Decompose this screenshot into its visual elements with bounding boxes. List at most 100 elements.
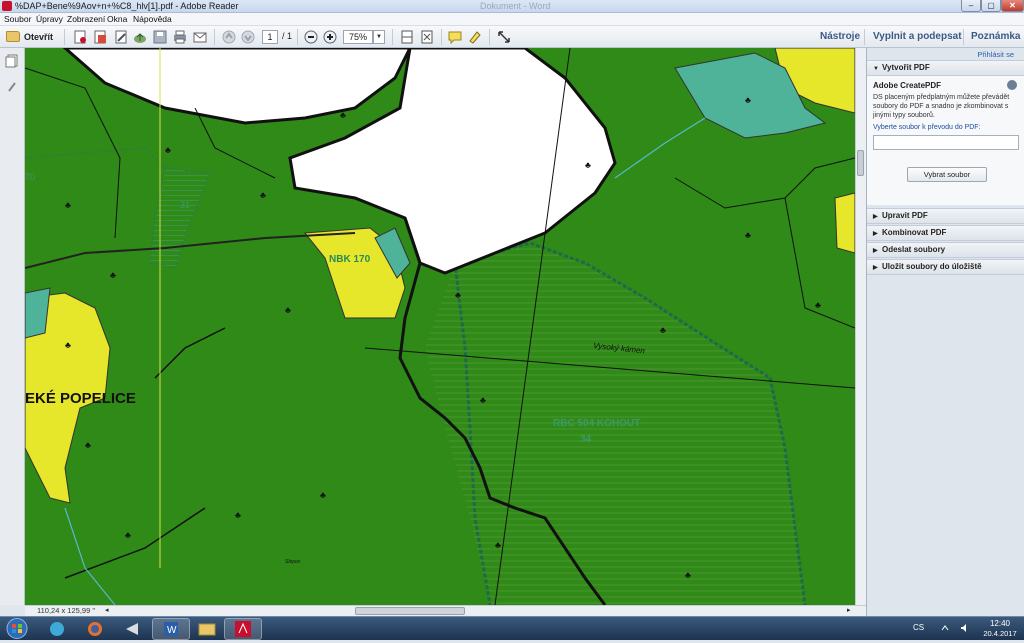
pages-icon[interactable] (5, 54, 19, 68)
zoom-out-icon[interactable] (303, 29, 319, 45)
vertical-scroll-thumb[interactable] (857, 150, 864, 176)
svg-text:W: W (167, 625, 177, 636)
page-down-icon[interactable] (240, 29, 256, 45)
help-icon[interactable] (1007, 80, 1017, 90)
create-pdf-description: DS placeným předplatným můžete převádět … (873, 94, 1010, 119)
menu-window[interactable]: Okna (107, 13, 127, 26)
panel-section-combine-pdf[interactable]: ▶ Kombinovat PDF (867, 225, 1024, 241)
taskbar-app-media[interactable] (114, 618, 152, 640)
page-total: / 1 (282, 31, 293, 41)
fill-sign-tab[interactable]: Vyplnit a podepsat (873, 29, 962, 45)
toolbar-separator (441, 29, 442, 45)
ghost-window-title: Dokument - Word (480, 1, 551, 11)
label-small: Slepov (285, 559, 301, 565)
zoom-level-select[interactable]: 75% (343, 30, 373, 44)
scroll-right-icon[interactable]: ▸ (847, 606, 851, 614)
select-file-label: Vyberte soubor k převodu do PDF: (873, 124, 981, 131)
email-icon[interactable] (192, 29, 208, 45)
page-up-icon[interactable] (221, 29, 237, 45)
label-70: 70 (25, 172, 35, 182)
open-button[interactable]: Otevřít (24, 30, 53, 44)
svg-text:♣: ♣ (125, 530, 131, 540)
clock-time[interactable]: 12:40 (980, 619, 1020, 628)
toolbar-separator (64, 29, 65, 45)
pdf-map-view[interactable]: NBK 170 EKÉ POPELICE Vysoký kámen RBC 50… (25, 48, 855, 605)
collapsed-arrow-icon: ▶ (873, 248, 878, 254)
svg-text:♣: ♣ (745, 230, 751, 240)
media-player-icon (126, 623, 138, 635)
label-rbc: RBC 504 KOHOUT (553, 418, 640, 429)
create-pdf-title: Adobe CreatePDF (873, 81, 942, 90)
save-icon[interactable] (152, 29, 168, 45)
adobe-reader-icon (235, 621, 251, 637)
map-canvas: NBK 170 EKÉ POPELICE Vysoký kámen RBC 50… (25, 48, 855, 605)
taskbar-app-network[interactable] (38, 618, 76, 640)
toolbar-separator (297, 29, 298, 45)
svg-text:♣: ♣ (455, 290, 461, 300)
scroll-left-icon[interactable]: ◂ (105, 606, 109, 614)
file-path-input[interactable] (873, 135, 1019, 150)
volume-icon[interactable] (960, 623, 970, 633)
panel-section-edit-pdf[interactable]: ▶ Upravit PDF (867, 208, 1024, 224)
svg-text:♣: ♣ (320, 490, 326, 500)
toolbar-separator (963, 29, 964, 45)
svg-text:♣: ♣ (110, 270, 116, 280)
taskbar-app-word[interactable]: W (152, 618, 190, 640)
svg-text:♣: ♣ (260, 190, 266, 200)
vertical-scrollbar[interactable] (855, 48, 866, 605)
taskbar-app-firefox[interactable] (76, 618, 114, 640)
page-number-input[interactable]: 1 (262, 30, 278, 44)
language-indicator[interactable]: CS (913, 623, 924, 632)
comment-tab[interactable]: Poznámka (971, 29, 1020, 45)
collapsed-arrow-icon: ▶ (873, 214, 878, 220)
panel-section-create-pdf[interactable]: ▼ Vytvořit PDF (867, 60, 1024, 76)
globe-icon (50, 622, 64, 636)
sign-in-link[interactable]: Přihlásit se (977, 50, 1014, 59)
svg-text:♣: ♣ (660, 325, 666, 335)
menu-file[interactable]: Soubor (4, 13, 31, 26)
svg-text:♣: ♣ (65, 200, 71, 210)
edit-pdf-icon[interactable] (113, 29, 129, 45)
highlight-icon[interactable] (467, 29, 483, 45)
svg-text:♣: ♣ (480, 395, 486, 405)
horizontal-scroll-thumb[interactable] (355, 607, 465, 615)
print-icon[interactable] (172, 29, 188, 45)
close-button[interactable]: ✕ (1001, 0, 1024, 12)
tools-panel: Přihlásit se ▼ Vytvořit PDF Adobe CreateP… (866, 48, 1024, 616)
panel-section-send-files[interactable]: ▶ Odeslat soubory (867, 242, 1024, 258)
fit-page-icon[interactable] (419, 29, 435, 45)
toolbar-separator (392, 29, 393, 45)
menu-help[interactable]: Nápověda (133, 13, 172, 26)
adobe-reader-icon (2, 1, 12, 11)
menu-edit[interactable]: Úpravy (36, 13, 63, 26)
fit-width-icon[interactable] (399, 29, 415, 45)
tools-tab[interactable]: Nástroje (820, 29, 860, 45)
folder-open-icon[interactable] (6, 31, 20, 42)
taskbar-app-explorer[interactable] (188, 618, 226, 640)
attachment-icon[interactable] (5, 80, 19, 94)
svg-text:♣: ♣ (285, 305, 291, 315)
select-file-button[interactable]: Vybrat soubor (907, 167, 987, 182)
menu-view[interactable]: Zobrazení (67, 13, 105, 26)
zoom-in-icon[interactable] (322, 29, 338, 45)
clock-date[interactable]: 20.4.2017 (978, 629, 1022, 638)
svg-text:♣: ♣ (65, 340, 71, 350)
svg-text:♣: ♣ (585, 160, 591, 170)
taskbar-app-adobe-reader[interactable] (224, 618, 262, 640)
toolbar-separator (864, 29, 865, 45)
svg-text:♣: ♣ (340, 110, 346, 120)
label-31: 31 (180, 200, 190, 210)
start-button-icon[interactable] (2, 617, 32, 640)
chevron-down-icon[interactable]: ▼ (373, 30, 385, 44)
svg-text:♣: ♣ (745, 95, 751, 105)
maximize-button[interactable]: ▢ (981, 0, 1001, 12)
minimize-button[interactable]: – (961, 0, 981, 12)
expand-icon[interactable] (496, 29, 512, 45)
windows-taskbar: W CS 12:40 20.4.2017 (0, 616, 1024, 640)
panel-section-store-files[interactable]: ▶ Uložit soubory do úložiště (867, 259, 1024, 275)
combine-pdf-icon[interactable] (92, 29, 108, 45)
tray-arrow-icon[interactable] (940, 623, 950, 633)
create-pdf-icon[interactable] (72, 29, 88, 45)
cloud-upload-icon[interactable] (132, 29, 148, 45)
comment-icon[interactable] (447, 29, 463, 45)
